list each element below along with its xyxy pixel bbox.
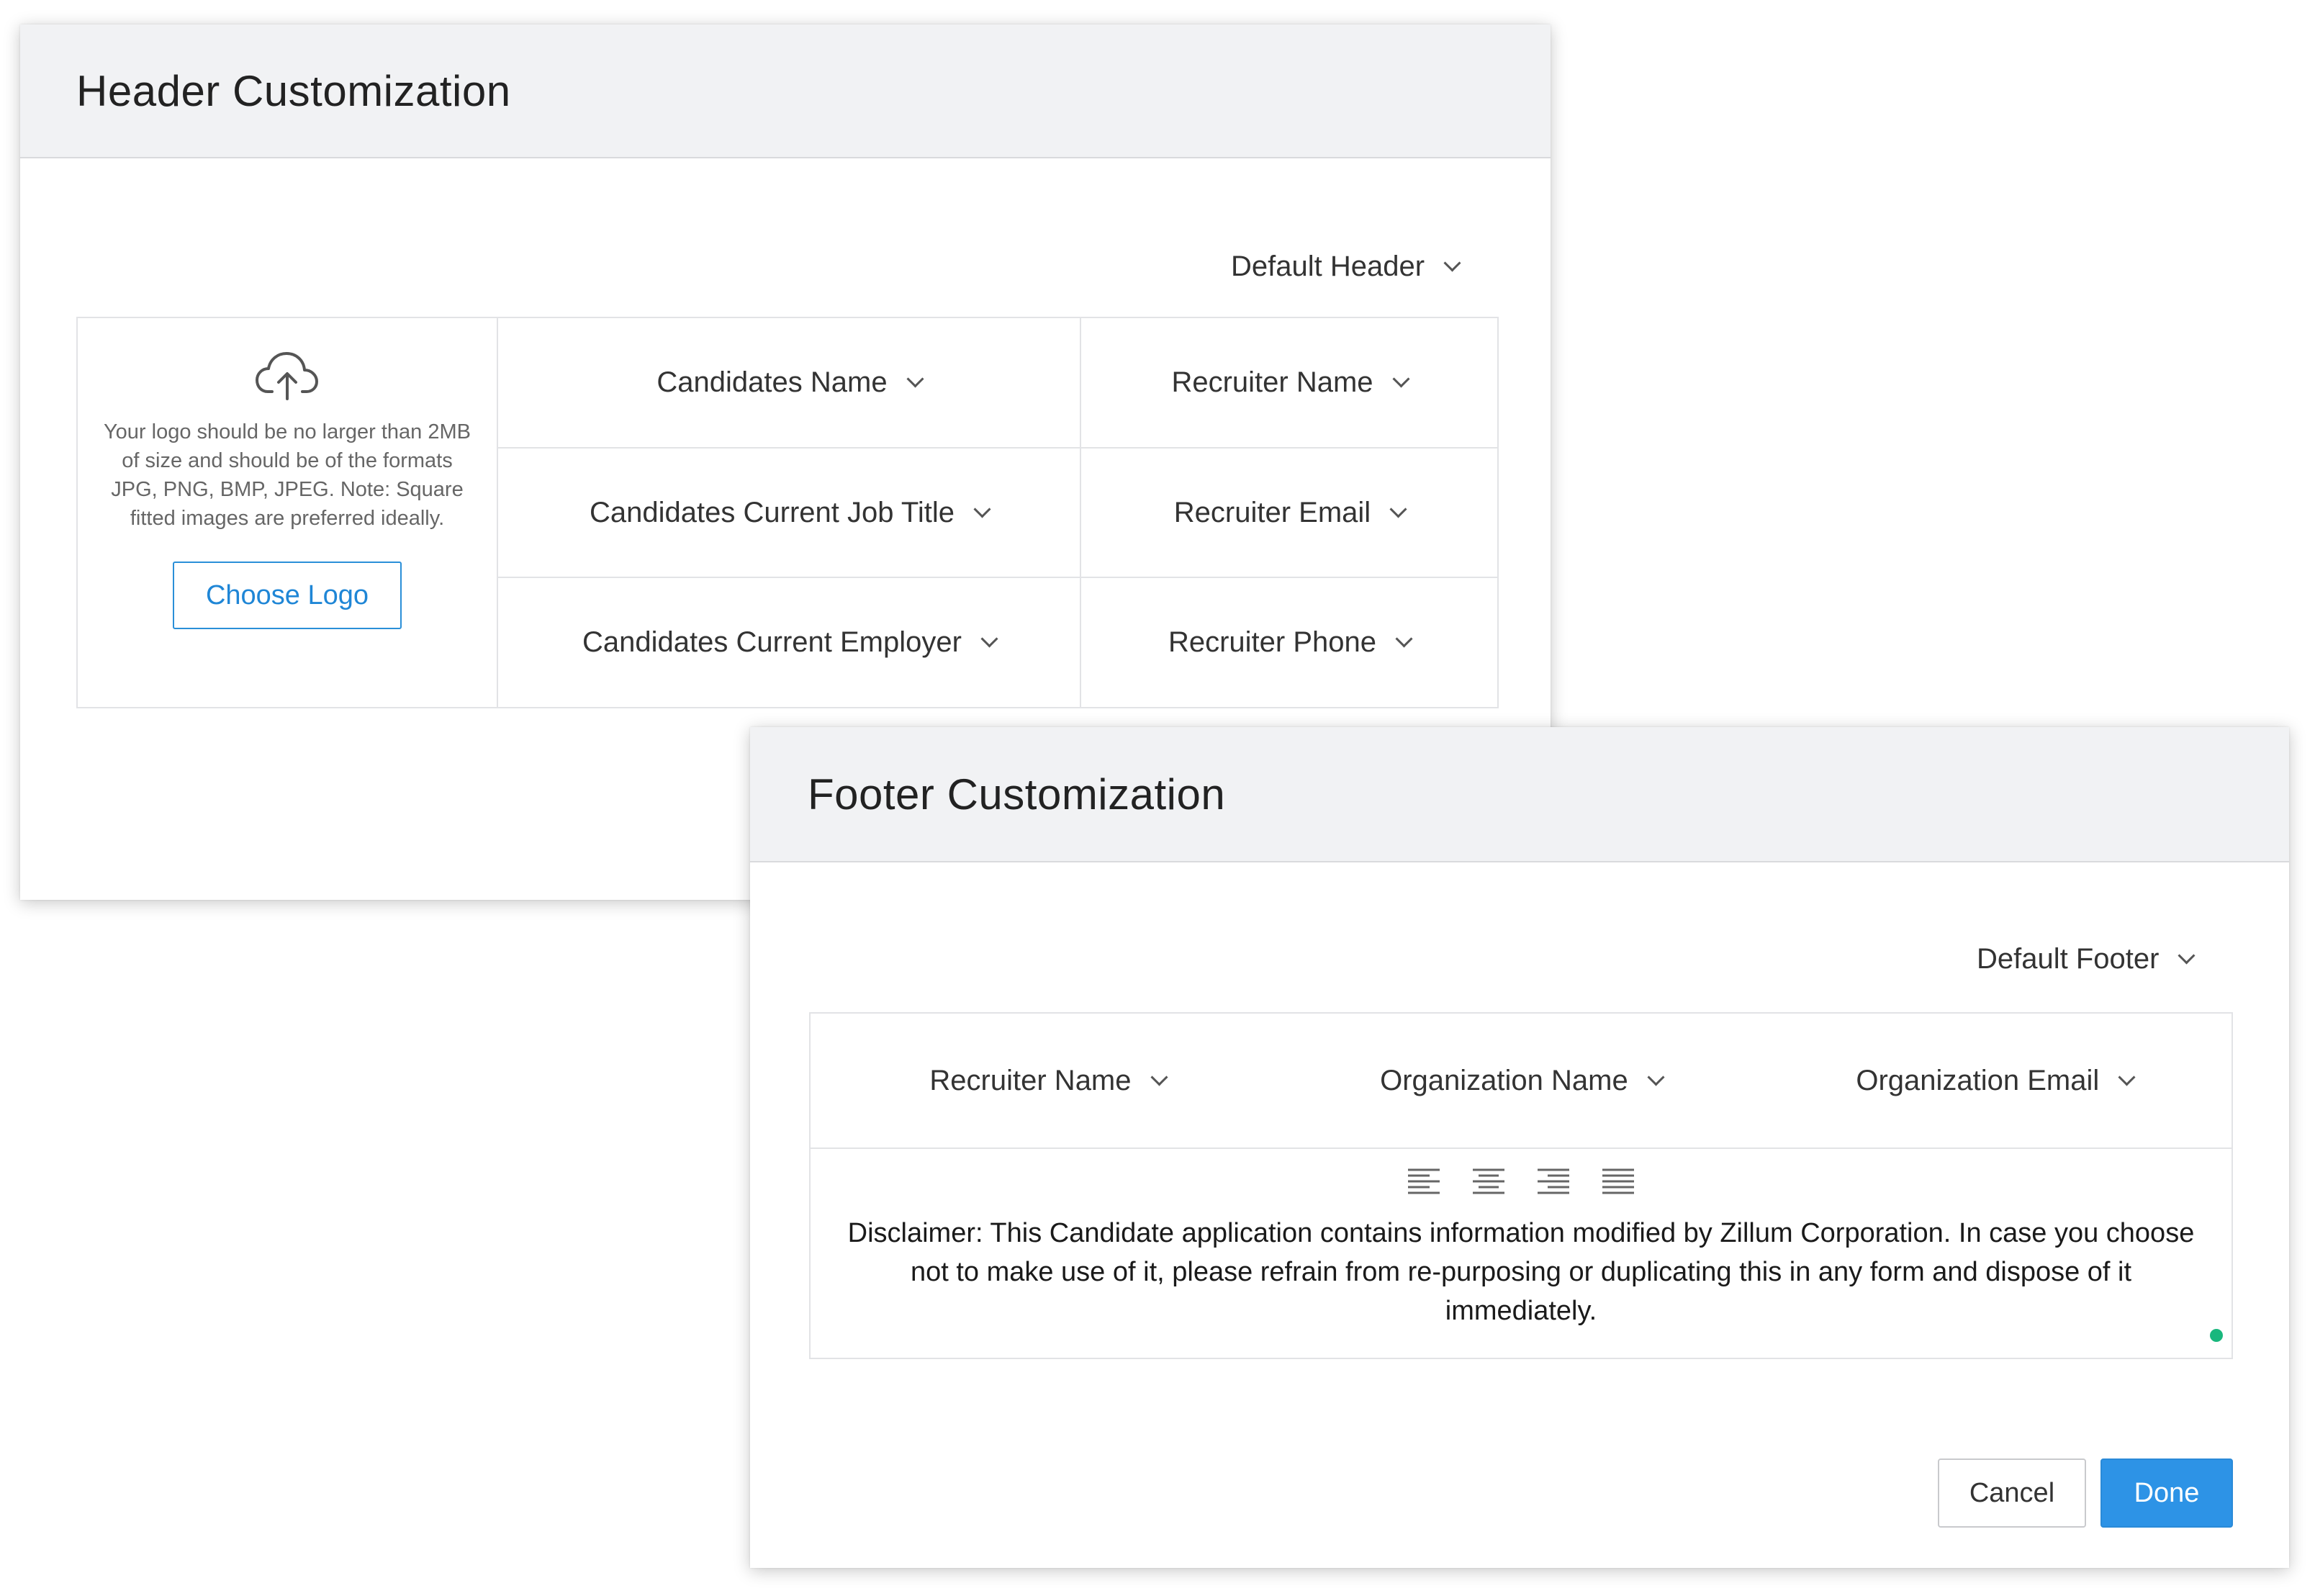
chevron-down-icon xyxy=(1150,1068,1168,1086)
header-template-label: Default Header xyxy=(1231,251,1425,282)
logo-upload-area[interactable]: Your logo should be no larger than 2MB o… xyxy=(78,318,498,707)
footer-panel-title: Footer Customization xyxy=(808,770,1226,819)
chevron-down-icon xyxy=(973,500,991,518)
header-panel-titlebar: Header Customization xyxy=(20,24,1551,158)
text-alignment-toolbar xyxy=(811,1168,2231,1196)
chevron-down-icon xyxy=(1389,500,1407,518)
chevron-down-icon xyxy=(1443,254,1461,272)
chevron-down-icon xyxy=(1647,1068,1665,1086)
footer-panel-titlebar: Footer Customization xyxy=(750,727,2289,862)
logo-requirements-note: Your logo should be no larger than 2MB o… xyxy=(103,420,471,530)
cloud-upload-icon xyxy=(255,350,320,402)
field-label: Candidates Current Employer xyxy=(582,626,962,659)
header-template-select[interactable]: Default Header xyxy=(1231,251,1461,283)
footer-customization-panel: Footer Customization Default Footer Recr… xyxy=(750,727,2289,1568)
chevron-down-icon xyxy=(2178,947,2196,965)
footer-template-label: Default Footer xyxy=(1977,943,2160,975)
field-select-candidates-employer[interactable]: Candidates Current Employer xyxy=(498,578,1080,707)
field-select-candidates-name[interactable]: Candidates Name xyxy=(498,318,1080,448)
field-label: Candidates Current Job Title xyxy=(590,496,955,528)
align-right-icon[interactable] xyxy=(1538,1168,1569,1196)
field-select-recruiter-email[interactable]: Recruiter Email xyxy=(1081,448,1497,579)
footer-field-select-organization-email[interactable]: Organization Email xyxy=(1758,1065,2231,1097)
candidate-fields-column: Candidates Name Candidates Current Job T… xyxy=(498,318,1081,707)
align-center-icon[interactable] xyxy=(1473,1168,1504,1196)
footer-field-select-recruiter-name[interactable]: Recruiter Name xyxy=(811,1065,1284,1097)
disclaimer-text[interactable]: Disclaimer: This Candidate application c… xyxy=(836,1214,2206,1330)
field-label: Organization Name xyxy=(1380,1064,1628,1096)
choose-logo-button[interactable]: Choose Logo xyxy=(173,562,402,629)
align-left-icon[interactable] xyxy=(1408,1168,1440,1196)
chevron-down-icon xyxy=(1392,370,1410,388)
header-layout-grid: Your logo should be no larger than 2MB o… xyxy=(76,317,1499,708)
field-label: Recruiter Phone xyxy=(1168,626,1377,659)
field-label: Organization Email xyxy=(1856,1064,2100,1096)
field-label: Recruiter Name xyxy=(929,1064,1132,1096)
field-label: Candidates Name xyxy=(656,366,888,398)
field-select-candidates-job-title[interactable]: Candidates Current Job Title xyxy=(498,448,1080,579)
footer-field-select-organization-name[interactable]: Organization Name xyxy=(1284,1065,1758,1097)
chevron-down-icon xyxy=(980,630,998,648)
footer-layout-box: Recruiter Name Organization Name Organiz… xyxy=(809,1012,2233,1359)
recruiter-fields-column: Recruiter Name Recruiter Email Recruiter… xyxy=(1081,318,1497,707)
canvas: Header Customization Default Header Your… xyxy=(0,0,2315,1596)
status-dot xyxy=(2210,1329,2223,1342)
chevron-down-icon xyxy=(2118,1068,2136,1086)
field-label: Recruiter Name xyxy=(1171,366,1373,398)
chevron-down-icon xyxy=(906,370,924,388)
field-select-recruiter-name[interactable]: Recruiter Name xyxy=(1081,318,1497,448)
cancel-button[interactable]: Cancel xyxy=(1938,1459,2086,1528)
done-button[interactable]: Done xyxy=(2100,1459,2233,1528)
header-panel-title: Header Customization xyxy=(76,66,511,115)
footer-fields-row: Recruiter Name Organization Name Organiz… xyxy=(811,1014,2231,1149)
field-select-recruiter-phone[interactable]: Recruiter Phone xyxy=(1081,578,1497,707)
align-justify-icon[interactable] xyxy=(1602,1168,1634,1196)
field-label: Recruiter Email xyxy=(1173,496,1371,528)
chevron-down-icon xyxy=(1395,630,1413,648)
footer-template-select[interactable]: Default Footer xyxy=(1977,943,2196,975)
